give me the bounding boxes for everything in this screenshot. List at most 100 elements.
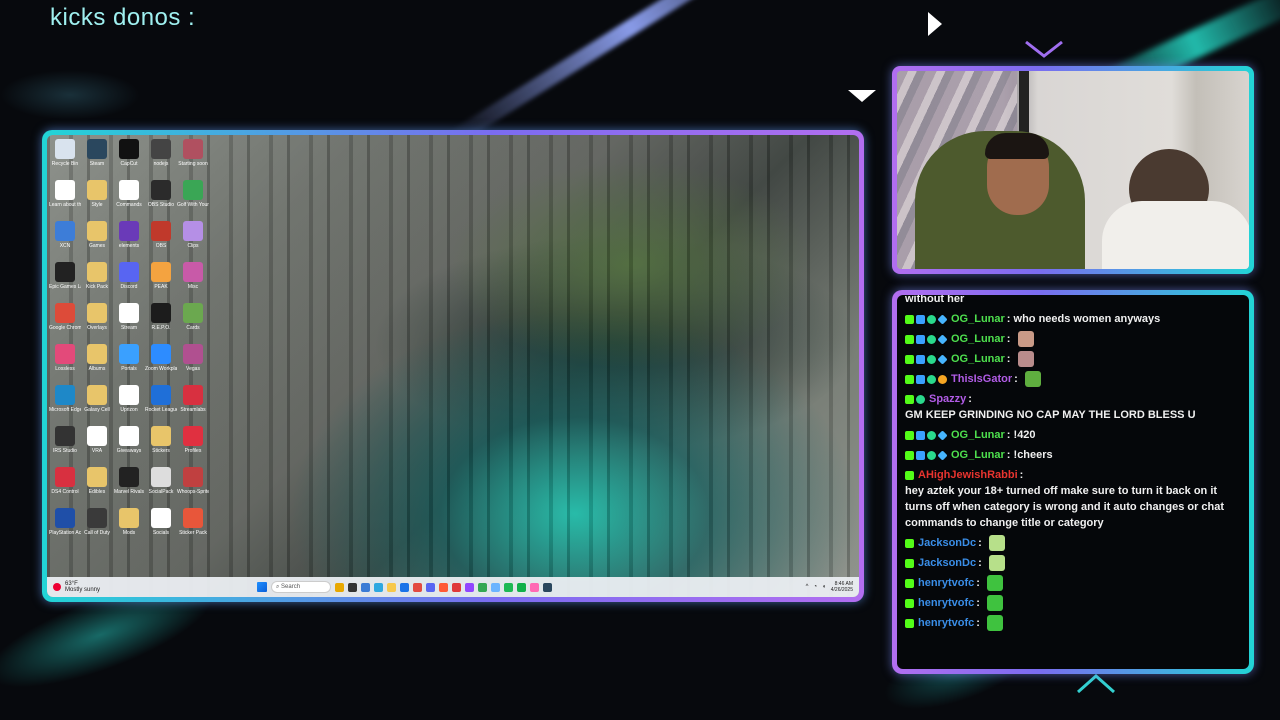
desktop-icon[interactable]: Lossless <box>49 344 81 385</box>
desktop-icon[interactable]: Edibles <box>81 467 113 508</box>
desktop-icon-label: Vegas <box>186 366 200 372</box>
desktop-icon[interactable]: PEAK <box>145 262 177 303</box>
desktop-icon[interactable]: IRS Studio <box>49 426 81 467</box>
desktop-icon[interactable]: OBS <box>145 221 177 262</box>
app-icon <box>55 180 75 200</box>
taskbar-app-icon[interactable] <box>387 582 396 592</box>
desktop-icon[interactable]: Whoops-Sprite <box>177 467 209 508</box>
desktop-icon[interactable]: Giveaways <box>113 426 145 467</box>
desktop-icon[interactable]: Recycle Bin <box>49 139 81 180</box>
desktop-icon[interactable]: Zoom Workplace <box>145 344 177 385</box>
desktop-icon[interactable]: nodejs <box>145 139 177 180</box>
chat-username[interactable]: OG_Lunar <box>951 427 1005 443</box>
chat-username[interactable]: OG_Lunar <box>951 351 1005 367</box>
clock-date: 4/26/2025 <box>830 587 853 593</box>
desktop-icon[interactable]: Vegas <box>177 344 209 385</box>
desktop-icon[interactable]: Streamlabs <box>177 385 209 426</box>
start-button[interactable] <box>257 582 267 592</box>
chat-username[interactable]: JacksonDc <box>918 535 976 551</box>
desktop-icon[interactable]: Commands <box>113 180 145 221</box>
desktop-icon[interactable]: XCN <box>49 221 81 262</box>
chat-username[interactable]: OG_Lunar <box>951 447 1005 463</box>
wifi-icon[interactable]: ◔ <box>814 584 818 590</box>
desktop-icon[interactable]: Socials <box>145 508 177 549</box>
desktop-icon[interactable]: PlayStation Accessories <box>49 508 81 549</box>
taskbar-app-icon[interactable] <box>543 582 552 592</box>
chat-username[interactable]: Spazzy <box>929 391 966 407</box>
desktop-icon[interactable]: Golf With Your Friends <box>177 180 209 221</box>
desktop-icon[interactable]: Google Chrome <box>49 303 81 344</box>
desktop-icon[interactable]: Stream <box>113 303 145 344</box>
taskbar-app-icon[interactable] <box>491 582 500 592</box>
desktop-icon[interactable]: DS4 Control <box>49 467 81 508</box>
taskbar-app-icon[interactable] <box>452 582 461 592</box>
desktop-icon-label: Mods <box>122 530 136 536</box>
desktop-icon[interactable]: Portals <box>113 344 145 385</box>
desktop-icon[interactable]: OBS Studio <box>145 180 177 221</box>
taskbar-app-icon[interactable] <box>530 582 539 592</box>
chat-frame: without her OG_Lunar: who needs women an… <box>892 290 1254 674</box>
taskbar-app-icon[interactable] <box>426 582 435 592</box>
desktop-icon-label: Call of Duty <box>84 530 110 536</box>
desktop-icon[interactable]: Epic Games Launcher <box>49 262 81 303</box>
chat-username[interactable]: henrytvofc <box>918 615 974 631</box>
desktop-icon[interactable]: Stickers <box>145 426 177 467</box>
app-icon <box>151 139 171 159</box>
cube-badge-icon <box>937 429 948 441</box>
chat-username[interactable]: JacksonDc <box>918 555 976 571</box>
volume-icon[interactable]: ◖ <box>822 584 826 590</box>
desktop-icon[interactable]: Kick Pack <box>81 262 113 303</box>
desktop-icon[interactable]: Overlays <box>81 303 113 344</box>
taskbar-clock[interactable]: 8:46 AM 4/26/2025 <box>831 581 853 593</box>
desktop-icon[interactable]: Uprizon <box>113 385 145 426</box>
desktop-icon[interactable]: Galaxy Cell <box>81 385 113 426</box>
chevron-up-icon[interactable]: ^ <box>806 584 809 590</box>
desktop-icon[interactable]: CapCut <box>113 139 145 180</box>
desktop-icon[interactable]: SocialPack <box>145 467 177 508</box>
desktop-icon[interactable]: Misc <box>177 262 209 303</box>
chat-username[interactable]: AHighJewishRabbi <box>918 467 1018 483</box>
taskbar-app-icon[interactable] <box>517 582 526 592</box>
app-icon <box>183 385 203 405</box>
desktop-icon-label: SocialPack <box>148 489 174 495</box>
taskbar-app-icon[interactable] <box>413 582 422 592</box>
desktop-icon[interactable]: Profiles <box>177 426 209 467</box>
taskbar-app-icon[interactable] <box>348 582 357 592</box>
desktop-icon-label: Profiles <box>184 448 202 454</box>
desktop-icon[interactable]: Call of Duty <box>81 508 113 549</box>
chevron-up-icon <box>1077 673 1115 694</box>
desktop-icon[interactable]: Discord <box>113 262 145 303</box>
desktop-icon[interactable]: Learn about this picture <box>49 180 81 221</box>
chat-badges <box>905 429 948 441</box>
taskbar-weather[interactable]: 63°F Mostly sunny <box>47 581 257 593</box>
desktop-icon[interactable]: Mods <box>113 508 145 549</box>
taskbar-app-icon[interactable] <box>335 582 344 592</box>
desktop-icon[interactable]: Cards <box>177 303 209 344</box>
desktop-icon[interactable]: Clips <box>177 221 209 262</box>
taskbar-search[interactable]: ⌕ Search <box>271 581 331 593</box>
desktop-icon[interactable]: Marvel Rivals <box>113 467 145 508</box>
desktop-icon[interactable]: elements <box>113 221 145 262</box>
chat-username[interactable]: OG_Lunar <box>951 331 1005 347</box>
desktop-icon[interactable]: Steam <box>81 139 113 180</box>
taskbar-app-icon[interactable] <box>439 582 448 592</box>
desktop-icon[interactable]: Style <box>81 180 113 221</box>
taskbar-app-icon[interactable] <box>374 582 383 592</box>
chat-username[interactable]: ThisIsGator <box>951 371 1012 387</box>
desktop-icon[interactable]: VRA <box>81 426 113 467</box>
desktop-icon[interactable]: Starting soon <box>177 139 209 180</box>
chat-username[interactable]: henrytvofc <box>918 595 974 611</box>
desktop-icon[interactable]: Sticker Pack <box>177 508 209 549</box>
chat-username[interactable]: OG_Lunar <box>951 311 1005 327</box>
taskbar-app-icon[interactable] <box>478 582 487 592</box>
desktop-icon[interactable]: Rocket League <box>145 385 177 426</box>
desktop-icon[interactable]: Microsoft Edge <box>49 385 81 426</box>
desktop-icon[interactable]: Games <box>81 221 113 262</box>
taskbar-app-icon[interactable] <box>504 582 513 592</box>
taskbar-app-icon[interactable] <box>400 582 409 592</box>
desktop-icon[interactable]: Albums <box>81 344 113 385</box>
desktop-icon[interactable]: R.E.P.O. <box>145 303 177 344</box>
chat-username[interactable]: henrytvofc <box>918 575 974 591</box>
taskbar-app-icon[interactable] <box>465 582 474 592</box>
taskbar-app-icon[interactable] <box>361 582 370 592</box>
